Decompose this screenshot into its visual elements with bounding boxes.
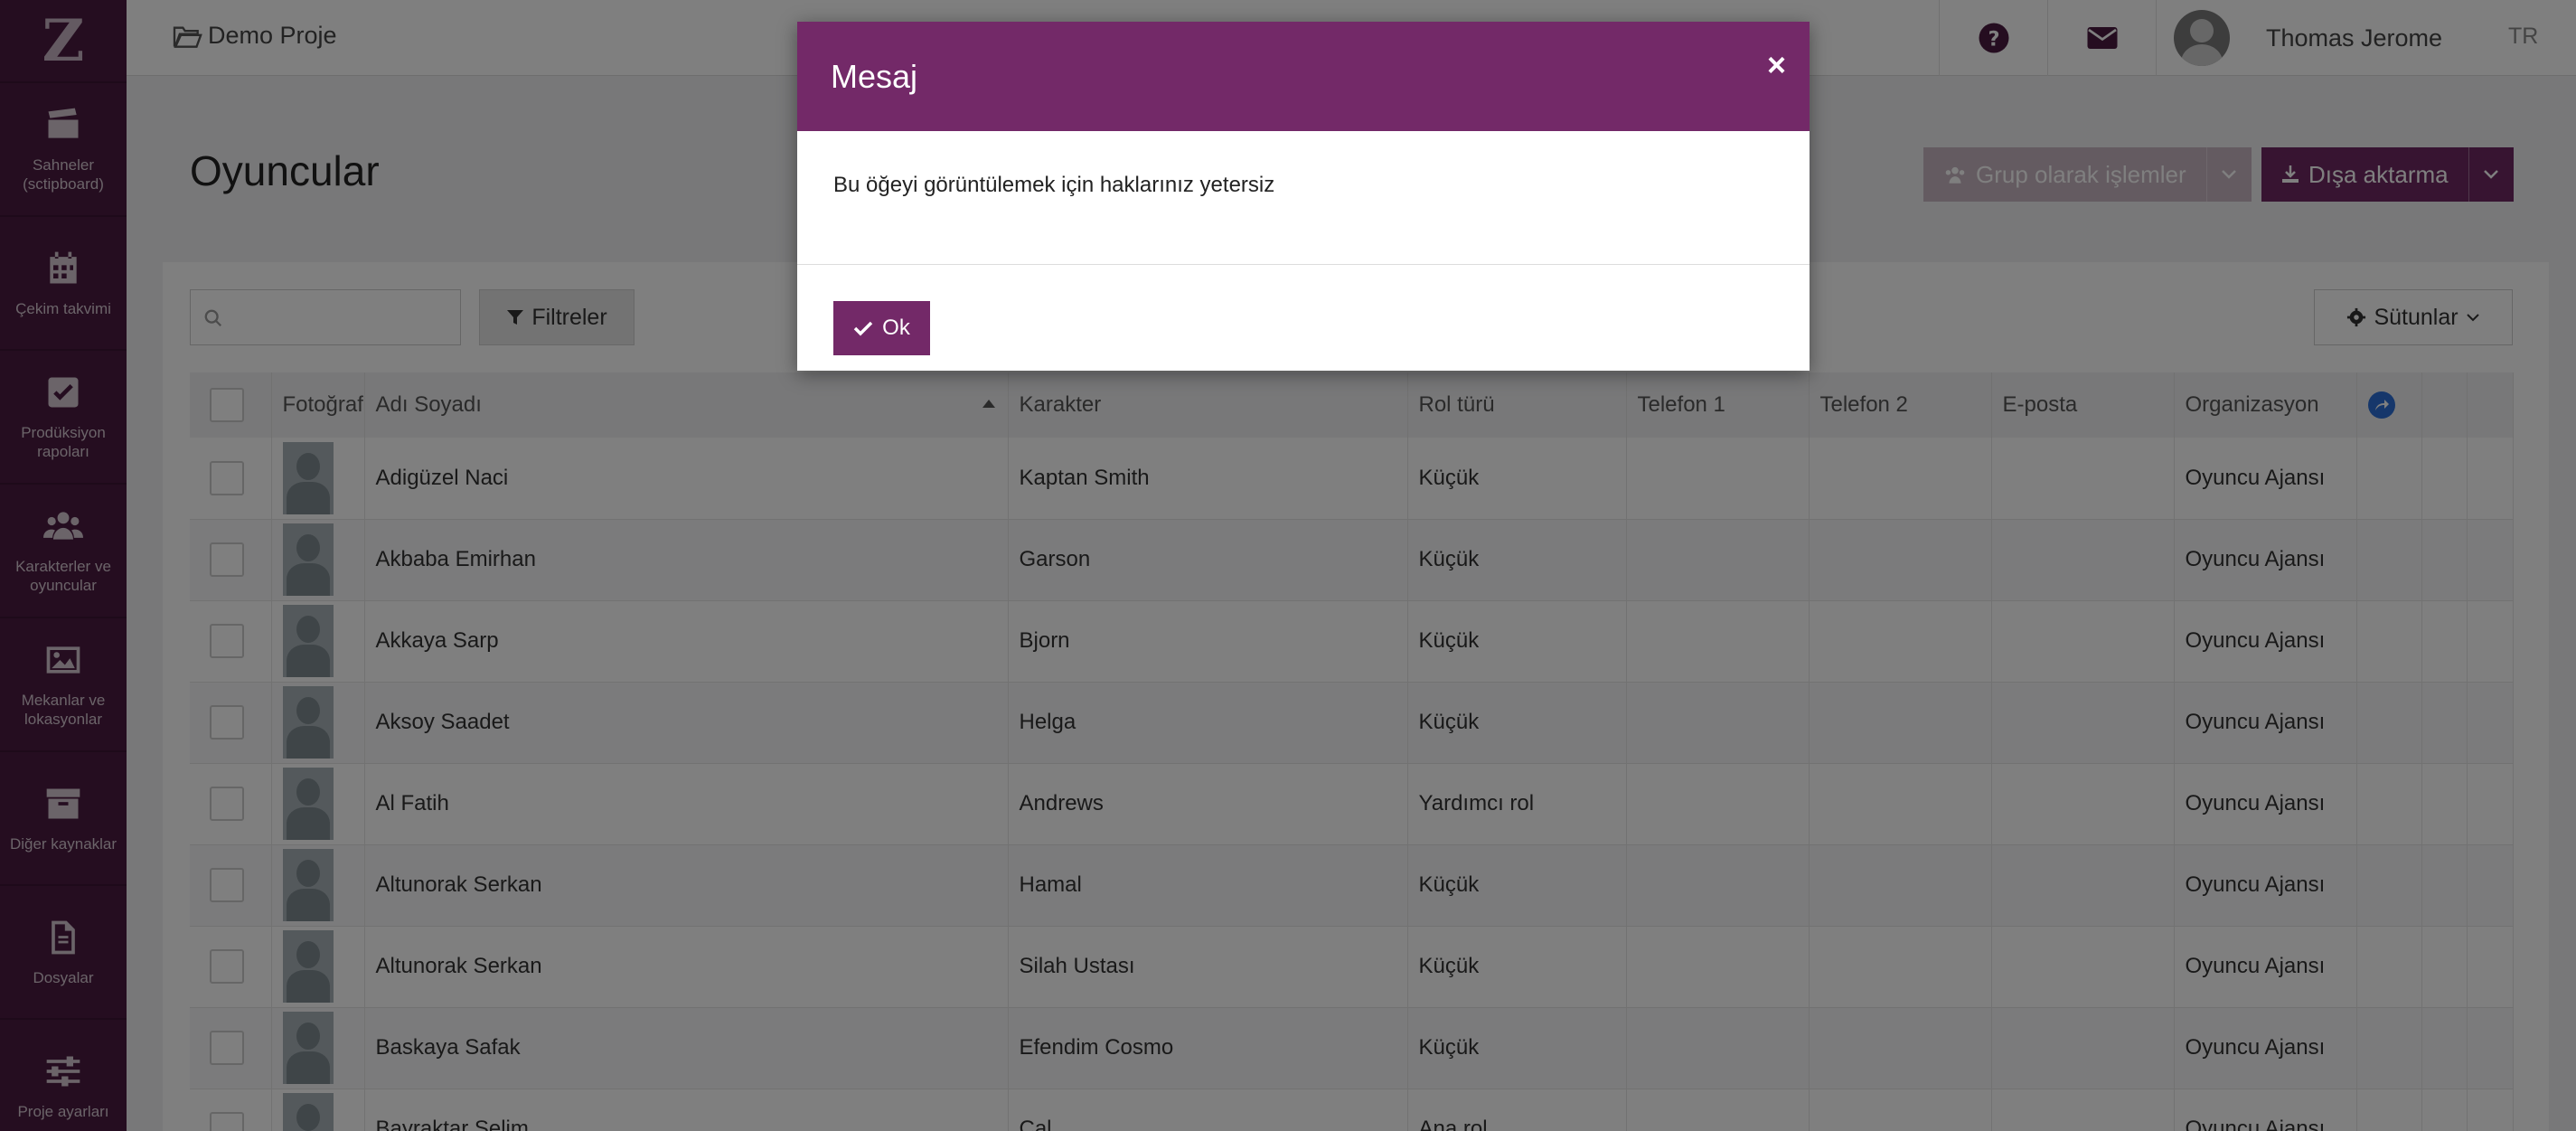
dialog-header: Mesaj ×: [797, 22, 1810, 131]
close-icon[interactable]: ×: [1767, 49, 1786, 81]
dialog-message: Bu öğeyi görüntülemek için haklarınız ye…: [833, 173, 1275, 197]
ok-button[interactable]: Ok: [833, 301, 930, 355]
check-icon: [853, 321, 873, 336]
ok-label: Ok: [882, 316, 910, 340]
dialog-body: Bu öğeyi görüntülemek için haklarınız ye…: [797, 131, 1810, 265]
dialog-footer: Ok: [797, 265, 1810, 371]
dialog-title: Mesaj: [831, 58, 918, 95]
message-dialog: Mesaj × Bu öğeyi görüntülemek için hakla…: [797, 22, 1810, 371]
